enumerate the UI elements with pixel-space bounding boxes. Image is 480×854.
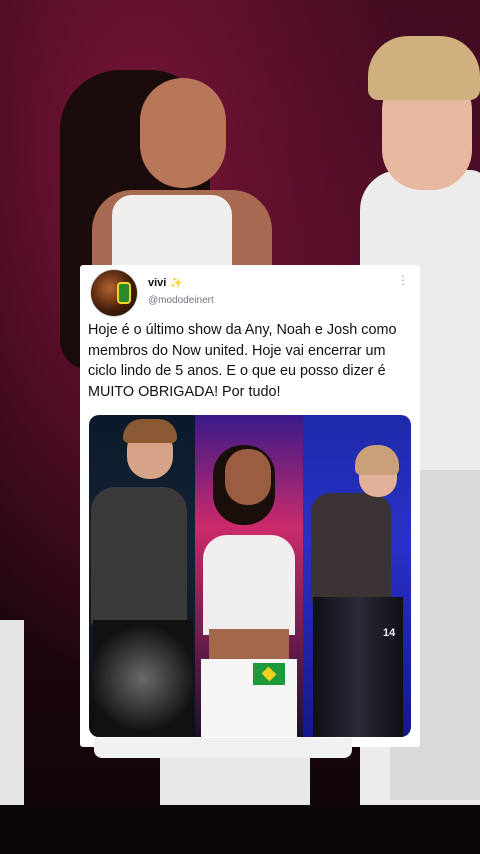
- media-photo-3[interactable]: 14: [303, 415, 411, 737]
- photo-figure: [91, 487, 187, 627]
- tweet-media-collage[interactable]: 14: [89, 415, 411, 737]
- more-options-icon[interactable]: ⋮: [397, 273, 409, 287]
- media-photo-1[interactable]: [89, 415, 195, 737]
- card-bottom-bar: [94, 738, 352, 758]
- tweet-card[interactable]: vivi ✨ @mododeinert ⋮ Hoje é o último sh…: [80, 265, 420, 747]
- sparkle-icon: ✨: [170, 277, 183, 289]
- tweet-text: Hoje é o último show da Any, Noah e Josh…: [88, 322, 397, 400]
- photo-figure-waist: [209, 629, 289, 663]
- brazil-flag-icon: [253, 663, 285, 685]
- performer-hair-man: [368, 36, 480, 100]
- display-name[interactable]: vivi: [148, 277, 166, 289]
- photo-figure-pants: [313, 597, 403, 737]
- photo-figure: [311, 493, 391, 603]
- performer-leg: [0, 620, 24, 810]
- photo-figure-hair: [123, 419, 177, 443]
- photo-figure-head: [225, 449, 271, 505]
- photo-figure-hair: [355, 445, 399, 475]
- user-handle[interactable]: @mododeinert: [148, 295, 214, 306]
- photo-figure-pants: [93, 620, 193, 737]
- avatar[interactable]: [90, 269, 138, 317]
- jersey-number: 14: [383, 627, 396, 639]
- performer-face: [140, 78, 226, 188]
- author-row: vivi ✨: [148, 277, 183, 289]
- media-photo-2[interactable]: [195, 415, 303, 737]
- stage-floor: [0, 805, 480, 854]
- performer-top: [112, 195, 232, 265]
- photo-figure-top: [203, 535, 295, 635]
